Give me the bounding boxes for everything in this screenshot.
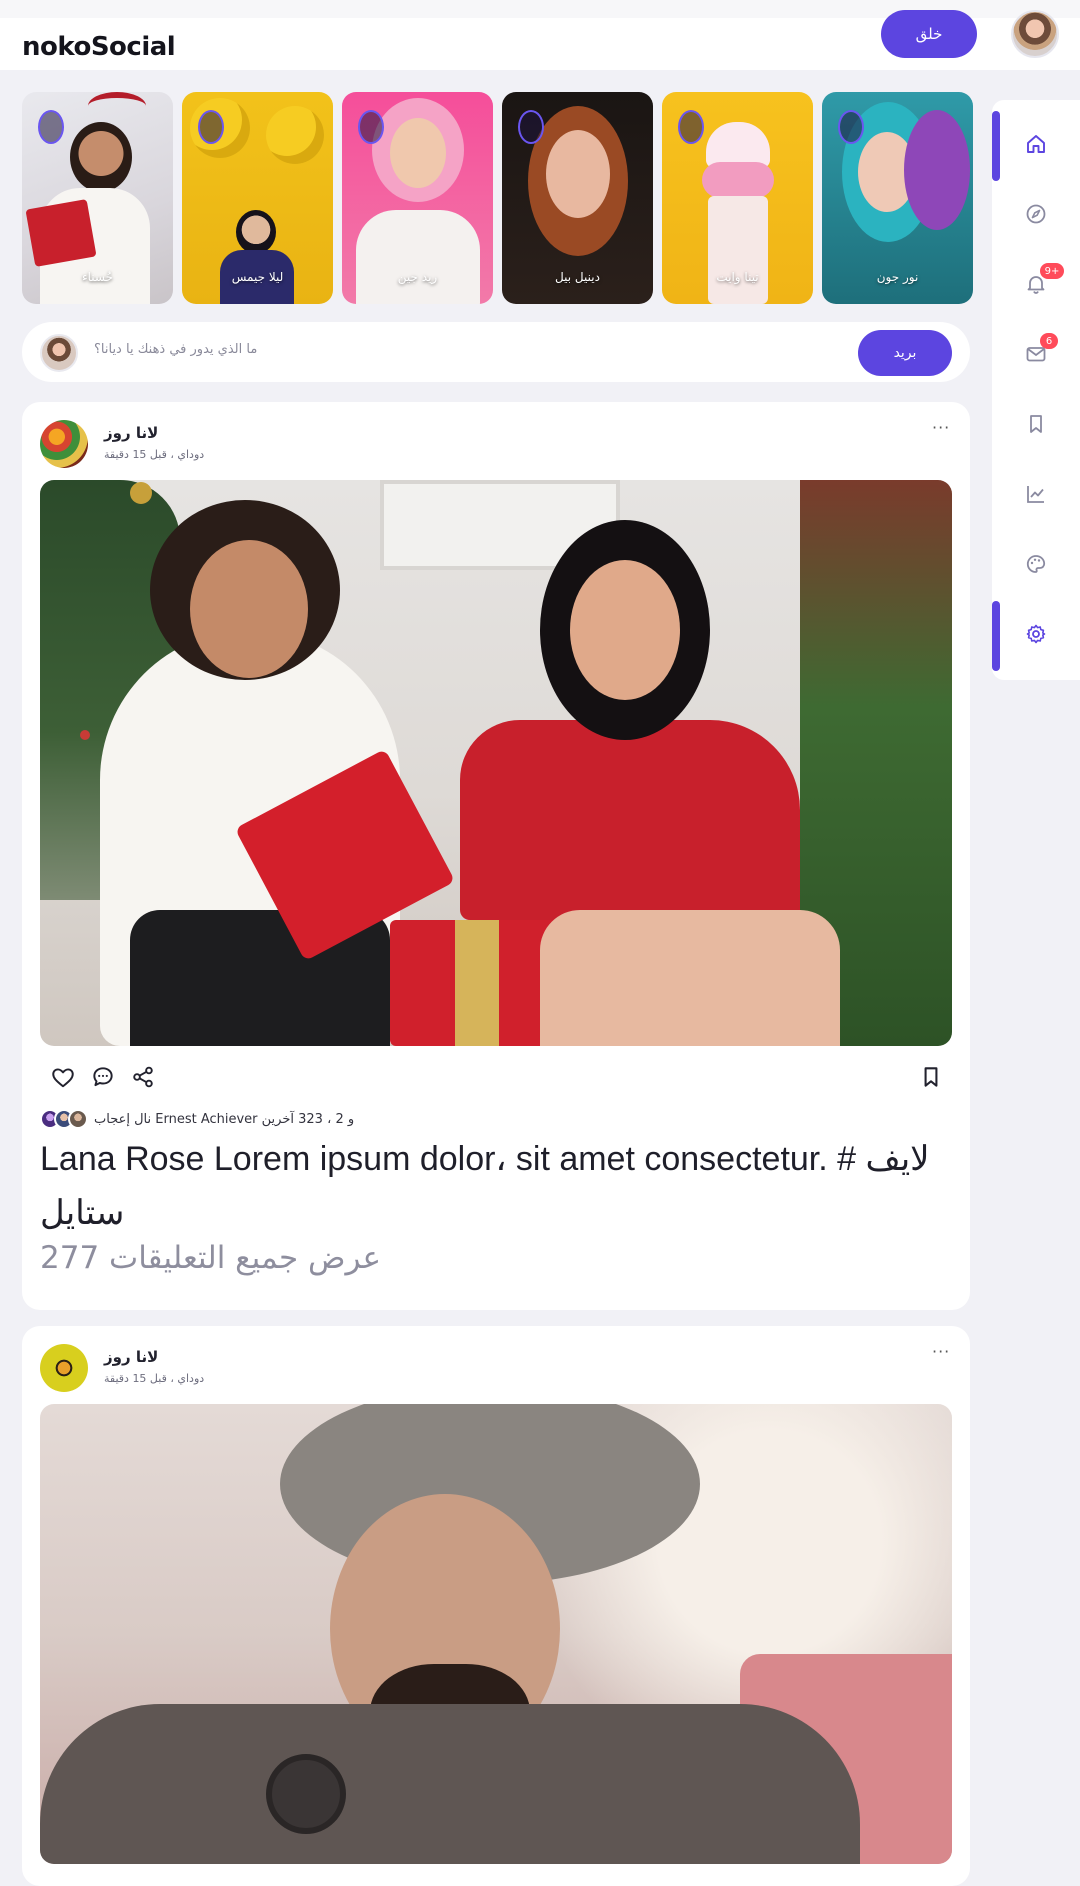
liker-avatar bbox=[68, 1109, 88, 1129]
story-avatar-ring bbox=[358, 110, 384, 144]
more-options-icon[interactable]: ··· bbox=[932, 418, 950, 437]
story-name: نور جون bbox=[876, 270, 919, 284]
post-photo bbox=[40, 1404, 952, 1864]
story-card[interactable]: ليلا جيمس bbox=[182, 92, 333, 304]
story-card[interactable]: ريد جين bbox=[342, 92, 493, 304]
analytics-icon bbox=[1024, 482, 1048, 510]
story-card[interactable]: دينيل بيل bbox=[502, 92, 653, 304]
share-icon[interactable] bbox=[130, 1064, 156, 1090]
likes-summary: و 2 ، 323 آخرين Ernest Achiever نال إعجا… bbox=[40, 1108, 354, 1130]
top-bar: nokoSocial خلق bbox=[0, 0, 1080, 70]
story-avatar-ring bbox=[838, 110, 864, 144]
sidebar-item-notifications[interactable]: 9+ bbox=[992, 251, 1080, 321]
post-actions bbox=[40, 1062, 952, 1092]
story-avatar-ring bbox=[198, 110, 224, 144]
post-composer: بريد bbox=[22, 322, 970, 382]
more-options-icon[interactable]: ··· bbox=[932, 1342, 950, 1361]
post-caption: Lana Rose Lorem ipsum dolor، sit amet co… bbox=[40, 1140, 930, 1232]
bookmark-icon[interactable] bbox=[918, 1064, 944, 1090]
view-all-comments-link[interactable]: عرض جميع التعليقات 277 bbox=[40, 1240, 381, 1276]
story-name: دينيل بيل bbox=[555, 270, 600, 284]
heart-icon[interactable] bbox=[50, 1064, 76, 1090]
post-meta: دوداي ، قبل 15 دقيقة bbox=[104, 448, 205, 461]
brand-logo[interactable]: nokoSocial bbox=[22, 32, 176, 62]
compass-icon bbox=[1024, 202, 1048, 230]
post-meta: دوداي ، قبل 15 دقيقة bbox=[104, 1372, 205, 1385]
message-badge: 6 bbox=[1040, 333, 1058, 349]
story-name: حُسناء bbox=[81, 270, 114, 284]
composer-avatar bbox=[40, 334, 78, 372]
post-photo bbox=[40, 480, 952, 1046]
post-card: لانا روز دوداي ، قبل 15 دقيقة ··· bbox=[22, 402, 970, 1310]
sidebar-nav: 9+ 6 bbox=[992, 100, 1080, 680]
story-name: ريد جين bbox=[397, 270, 438, 284]
post-card: لانا روز دوداي ، قبل 15 دقيقة ··· bbox=[22, 1326, 970, 1886]
palette-icon bbox=[1024, 552, 1048, 580]
sidebar-item-bookmarks[interactable] bbox=[992, 391, 1080, 461]
author-name[interactable]: لانا روز bbox=[104, 1348, 158, 1366]
story-avatar-ring bbox=[38, 110, 64, 144]
post-button[interactable]: بريد bbox=[858, 330, 952, 376]
story-card[interactable]: حُسناء bbox=[22, 92, 173, 304]
notification-badge: 9+ bbox=[1040, 263, 1064, 279]
likes-text[interactable]: و 2 ، 323 آخرين Ernest Achiever نال إعجا… bbox=[94, 1112, 354, 1127]
author-name[interactable]: لانا روز bbox=[104, 424, 158, 442]
profile-avatar[interactable] bbox=[1011, 10, 1059, 58]
comment-icon[interactable] bbox=[90, 1064, 116, 1090]
sidebar-item-messages[interactable]: 6 bbox=[992, 321, 1080, 391]
story-avatar-ring bbox=[678, 110, 704, 144]
author-avatar[interactable] bbox=[40, 1344, 88, 1392]
status-input[interactable] bbox=[94, 342, 694, 357]
create-button[interactable]: خلق bbox=[881, 10, 977, 58]
sidebar-item-explore[interactable] bbox=[992, 181, 1080, 251]
sidebar-item-settings[interactable] bbox=[992, 601, 1080, 671]
bookmark-icon bbox=[1024, 412, 1048, 440]
story-card[interactable]: تينا وايت bbox=[662, 92, 813, 304]
story-name: ليلا جيمس bbox=[231, 270, 284, 284]
settings-icon bbox=[1024, 622, 1048, 650]
story-card[interactable]: نور جون bbox=[822, 92, 973, 304]
author-avatar[interactable] bbox=[40, 420, 88, 468]
sidebar-item-analytics[interactable] bbox=[992, 461, 1080, 531]
sidebar-item-theme[interactable] bbox=[992, 531, 1080, 601]
story-avatar-ring bbox=[518, 110, 544, 144]
story-name: تينا وايت bbox=[716, 270, 759, 284]
home-icon bbox=[1024, 132, 1048, 160]
sidebar-item-home[interactable] bbox=[992, 111, 1080, 181]
